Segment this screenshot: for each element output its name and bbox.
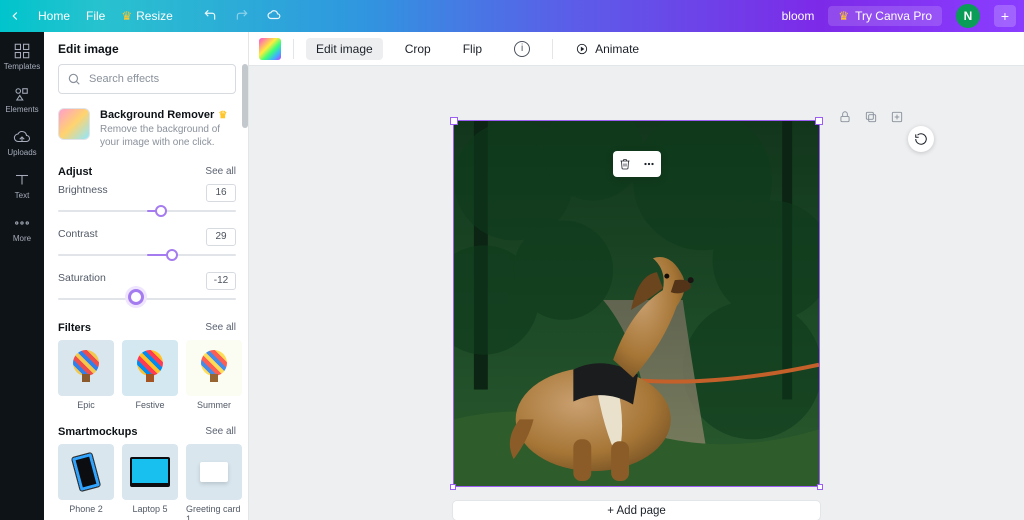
add-page-button[interactable]: + Add page — [453, 501, 820, 520]
saturation-value[interactable]: -12 — [206, 272, 236, 290]
templates-icon — [13, 42, 31, 60]
crown-icon: ♛ — [218, 109, 227, 123]
duplicate-page-button[interactable] — [864, 110, 878, 129]
contrast-slider[interactable] — [58, 248, 236, 262]
more-icon — [13, 214, 31, 232]
avatar[interactable]: N — [956, 4, 980, 28]
edit-image-panel: Edit image Search effects Background Rem… — [44, 32, 249, 520]
crown-icon: ♛ — [121, 9, 132, 23]
saturation-label: Saturation — [58, 272, 106, 290]
filter-festive[interactable]: Festive — [122, 340, 178, 410]
delete-button[interactable] — [613, 151, 637, 177]
rail-text[interactable]: Text — [13, 171, 31, 200]
brightness-value[interactable]: 16 — [206, 184, 236, 202]
search-input[interactable]: Search effects — [58, 64, 236, 94]
panel-scrollbar[interactable] — [242, 64, 248, 520]
tool-rail: Templates Elements Uploads Text More — [0, 32, 44, 520]
background-remover-card[interactable]: Background Remover ♛ Remove the backgrou… — [58, 108, 236, 150]
animate-icon — [575, 42, 589, 56]
smartmockups-see-all[interactable]: See all — [205, 426, 236, 437]
canvas-column: Edit image Crop Flip i Animate — [249, 32, 1024, 520]
background-remover-thumb — [58, 108, 90, 140]
mockup-laptop[interactable]: Laptop 5 — [122, 444, 178, 520]
text-icon — [13, 171, 31, 189]
brightness-slider[interactable] — [58, 204, 236, 218]
project-name[interactable]: bloom — [782, 9, 815, 23]
brightness-label: Brightness — [58, 184, 108, 202]
lock-button[interactable] — [838, 110, 852, 129]
reset-transform-button[interactable] — [908, 126, 934, 152]
crop-button[interactable]: Crop — [395, 38, 441, 60]
redo-button[interactable] — [235, 8, 249, 25]
top-nav-bar: Home File ♛ Resize bloom ♛ Try Canva Pro… — [0, 0, 1024, 32]
filters-section: Filters See all Epic Festive — [58, 322, 236, 410]
elements-icon — [13, 85, 31, 103]
brightness-row: Brightness 16 — [58, 184, 236, 218]
contrast-value[interactable]: 29 — [206, 228, 236, 246]
page-action-buttons — [838, 110, 904, 129]
search-icon — [67, 72, 81, 86]
contrast-label: Contrast — [58, 228, 98, 246]
selected-image[interactable] — [453, 120, 820, 487]
mockup-greeting-card[interactable]: Greeting card 1 — [186, 444, 242, 520]
new-design-button[interactable]: + — [994, 5, 1016, 27]
panel-title: Edit image — [44, 32, 248, 64]
color-picker-button[interactable] — [259, 38, 281, 60]
uploads-icon — [13, 128, 31, 146]
filter-summer[interactable]: Summer — [186, 340, 242, 410]
rail-uploads[interactable]: Uploads — [7, 128, 36, 157]
edit-image-button[interactable]: Edit image — [306, 38, 383, 60]
filter-epic[interactable]: Epic — [58, 340, 114, 410]
info-button[interactable]: i — [504, 37, 540, 61]
resize-button[interactable]: ♛ Resize — [121, 9, 172, 23]
back-button[interactable] — [8, 9, 22, 23]
crown-icon: ♛ — [838, 9, 849, 23]
animate-button[interactable]: Animate — [565, 38, 649, 60]
add-page-quick-button[interactable] — [890, 110, 904, 129]
contrast-row: Contrast 29 — [58, 228, 236, 262]
rail-elements[interactable]: Elements — [5, 85, 38, 114]
rail-templates[interactable]: Templates — [4, 42, 40, 71]
mockup-phone[interactable]: Phone 2 — [58, 444, 114, 520]
info-icon: i — [514, 41, 530, 57]
cloud-save-icon[interactable] — [267, 8, 281, 25]
smartmockups-heading: Smartmockups — [58, 426, 137, 438]
more-options-button[interactable] — [637, 151, 661, 177]
saturation-row: Saturation -12 — [58, 272, 236, 306]
smartmockups-section: Smartmockups See all Phone 2 Laptop 5 — [58, 426, 236, 520]
home-link[interactable]: Home — [38, 9, 70, 23]
floating-element-toolbar — [613, 151, 661, 177]
adjust-see-all[interactable]: See all — [205, 166, 236, 177]
context-toolbar: Edit image Crop Flip i Animate — [249, 32, 1024, 66]
adjust-heading: Adjust — [58, 166, 92, 178]
filters-see-all[interactable]: See all — [205, 322, 236, 333]
file-menu[interactable]: File — [86, 9, 105, 23]
try-pro-button[interactable]: ♛ Try Canva Pro — [828, 6, 942, 26]
canvas-area[interactable]: + Add page — [249, 66, 1024, 520]
filters-heading: Filters — [58, 322, 91, 334]
saturation-slider[interactable] — [58, 292, 236, 306]
undo-button[interactable] — [203, 8, 217, 25]
flip-button[interactable]: Flip — [453, 38, 492, 60]
adjust-section: Adjust See all Brightness 16 — [58, 166, 236, 306]
rail-more[interactable]: More — [13, 214, 31, 243]
